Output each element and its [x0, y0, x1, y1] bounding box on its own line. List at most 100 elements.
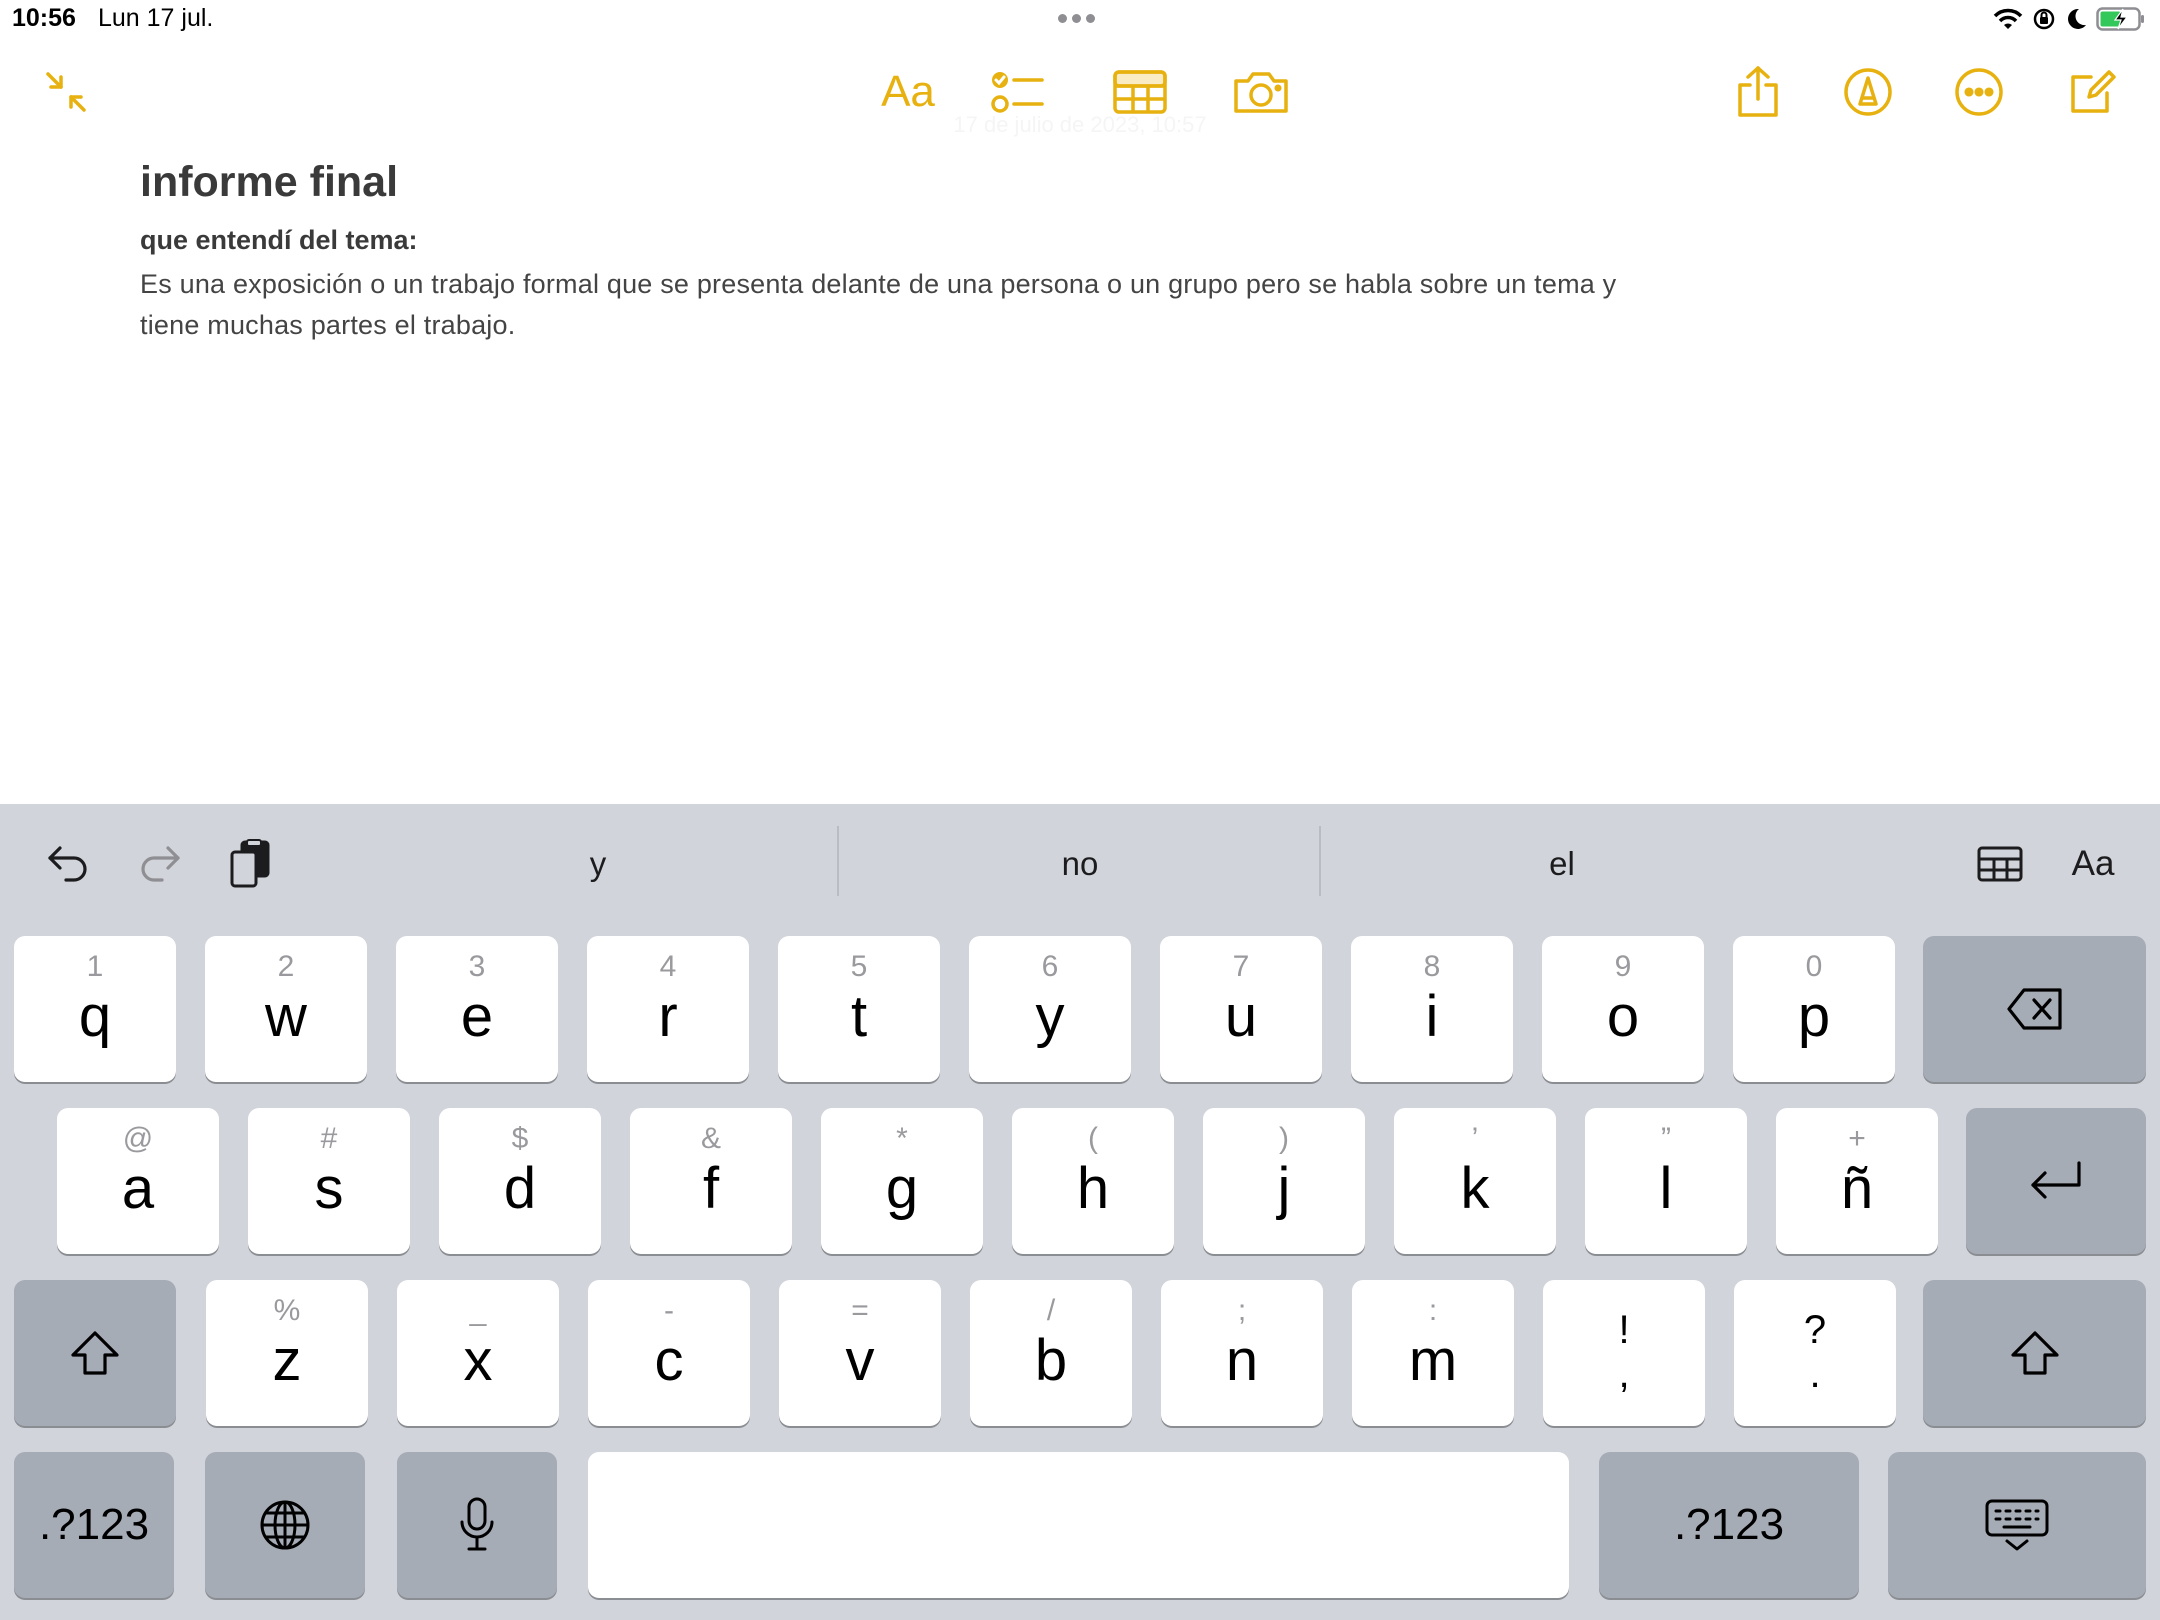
- key-label-top: ?: [1803, 1308, 1827, 1352]
- key-hint: 1: [86, 950, 104, 983]
- key-h[interactable]: (h: [1012, 1108, 1174, 1254]
- key-p[interactable]: 0p: [1733, 936, 1895, 1082]
- suggestion-3[interactable]: el: [1321, 834, 1803, 894]
- key-hint: 6: [1041, 950, 1059, 983]
- key-k[interactable]: ’ k: [1394, 1108, 1556, 1254]
- delete-key[interactable]: [1923, 936, 2146, 1082]
- suggestion-2[interactable]: no: [839, 834, 1321, 894]
- key-c[interactable]: -c: [588, 1280, 750, 1426]
- key-v[interactable]: = v: [779, 1280, 941, 1426]
- status-time: 10:56: [12, 4, 76, 32]
- key-hint: =: [851, 1294, 869, 1327]
- key-e[interactable]: 3e: [396, 936, 558, 1082]
- key-n[interactable]: ; n: [1161, 1280, 1323, 1426]
- undo-icon[interactable]: [36, 832, 100, 896]
- key-exclamation-comma[interactable]: !,: [1543, 1280, 1705, 1426]
- key-label: a: [121, 1156, 155, 1221]
- suggestion-1[interactable]: y: [357, 834, 839, 894]
- key-label: c: [654, 1328, 684, 1393]
- key-label: o: [1606, 984, 1640, 1049]
- key-label: n: [1225, 1328, 1259, 1393]
- multitasking-menu-icon[interactable]: [1058, 14, 1095, 23]
- key-u[interactable]: 7u: [1160, 936, 1322, 1082]
- globe-icon: [205, 1452, 365, 1598]
- key-hint: 0: [1805, 950, 1823, 983]
- key-hint: :: [1428, 1294, 1438, 1327]
- key-label: w: [265, 984, 307, 1049]
- key-f[interactable]: & f: [630, 1108, 792, 1254]
- key-label: .?123: [1673, 1500, 1785, 1549]
- key-ñ[interactable]: + ñ: [1776, 1108, 1938, 1254]
- share-icon[interactable]: [1726, 62, 1790, 122]
- key-label: m: [1408, 1328, 1458, 1393]
- insert-table-icon[interactable]: [1968, 832, 2032, 896]
- key-z[interactable]: % z: [206, 1280, 368, 1426]
- key-i[interactable]: 8i: [1351, 936, 1513, 1082]
- key-hint: %: [273, 1294, 301, 1327]
- key-j[interactable]: ) j: [1203, 1108, 1365, 1254]
- note-editor[interactable]: informe final que entendí del tema: Es u…: [140, 158, 1640, 346]
- dictation-key[interactable]: [397, 1452, 557, 1598]
- on-screen-keyboard: y no el Aa 1 q 2 w 3 e 4 r 5 t 6 y 7 u 8 i 9 o 0 p @ a # s $ d & f *…: [0, 804, 2160, 1620]
- key-label: i: [1425, 984, 1439, 1049]
- battery-charging-icon: [2096, 7, 2144, 31]
- keyboard-format-button[interactable]: Aa: [2058, 832, 2128, 896]
- note-heading[interactable]: que entendí del tema:: [140, 225, 1640, 256]
- key-t[interactable]: 5t: [778, 936, 940, 1082]
- key-label: g: [885, 1156, 919, 1221]
- key-g[interactable]: * g: [821, 1108, 983, 1254]
- key-b[interactable]: / b: [970, 1280, 1132, 1426]
- key-hint: +: [1848, 1122, 1866, 1155]
- shift-key-right[interactable]: [1923, 1280, 2146, 1426]
- space-bar[interactable]: [588, 1452, 1569, 1598]
- key-hint: ): [1279, 1122, 1289, 1155]
- key-label: s: [314, 1156, 344, 1221]
- key-hint: &: [700, 1122, 721, 1155]
- key-label-top: !: [1618, 1308, 1630, 1352]
- hide-keyboard-key[interactable]: [1888, 1452, 2146, 1598]
- paste-icon[interactable]: [218, 832, 282, 896]
- shift-icon: [1923, 1280, 2146, 1426]
- key-hint: @: [122, 1122, 154, 1155]
- shift-icon: [14, 1280, 176, 1426]
- key-label: d: [503, 1156, 537, 1221]
- key-a[interactable]: @ a: [57, 1108, 219, 1254]
- markup-pen-icon[interactable]: [1836, 62, 1900, 122]
- keyboard-shortcut-bar: y no el Aa: [0, 804, 2160, 916]
- key-l[interactable]: ” l: [1585, 1108, 1747, 1254]
- note-title[interactable]: informe final: [140, 158, 1640, 207]
- key-o[interactable]: 9o: [1542, 936, 1704, 1082]
- return-icon: [1966, 1108, 2146, 1254]
- redo-icon[interactable]: [128, 832, 192, 896]
- key-label: x: [463, 1328, 493, 1393]
- key-hint: -: [664, 1294, 674, 1327]
- globe-key[interactable]: [205, 1452, 365, 1598]
- microphone-icon: [397, 1452, 557, 1598]
- key-hint: (: [1088, 1122, 1098, 1155]
- shift-key-left[interactable]: [14, 1280, 176, 1426]
- key-r[interactable]: 4r: [587, 936, 749, 1082]
- key-hint: 9: [1614, 950, 1632, 983]
- key-y[interactable]: 6y: [969, 936, 1131, 1082]
- key-question-period[interactable]: ?.: [1734, 1280, 1896, 1426]
- numbers-key-right[interactable]: .?123: [1599, 1452, 1859, 1598]
- key-label: q: [78, 984, 112, 1049]
- key-s[interactable]: # s: [248, 1108, 410, 1254]
- key-label: z: [272, 1328, 302, 1393]
- key-label: h: [1076, 1156, 1110, 1221]
- numbers-key-left[interactable]: .?123: [14, 1452, 174, 1598]
- key-hint: #: [320, 1122, 338, 1155]
- note-body[interactable]: Es una exposición o un trabajo formal qu…: [140, 264, 1640, 346]
- key-m[interactable]: :m: [1352, 1280, 1514, 1426]
- key-hint: 5: [850, 950, 868, 983]
- return-key[interactable]: [1966, 1108, 2146, 1254]
- key-label: .?123: [38, 1500, 150, 1549]
- status-date: Lun 17 jul.: [98, 4, 214, 32]
- key-x[interactable]: _ x: [397, 1280, 559, 1426]
- status-icons: [1993, 6, 2146, 32]
- compose-icon[interactable]: [2060, 62, 2124, 122]
- key-q[interactable]: 1q: [14, 936, 176, 1082]
- more-options-icon[interactable]: [1947, 62, 2011, 122]
- key-w[interactable]: 2w: [205, 936, 367, 1082]
- key-d[interactable]: $ d: [439, 1108, 601, 1254]
